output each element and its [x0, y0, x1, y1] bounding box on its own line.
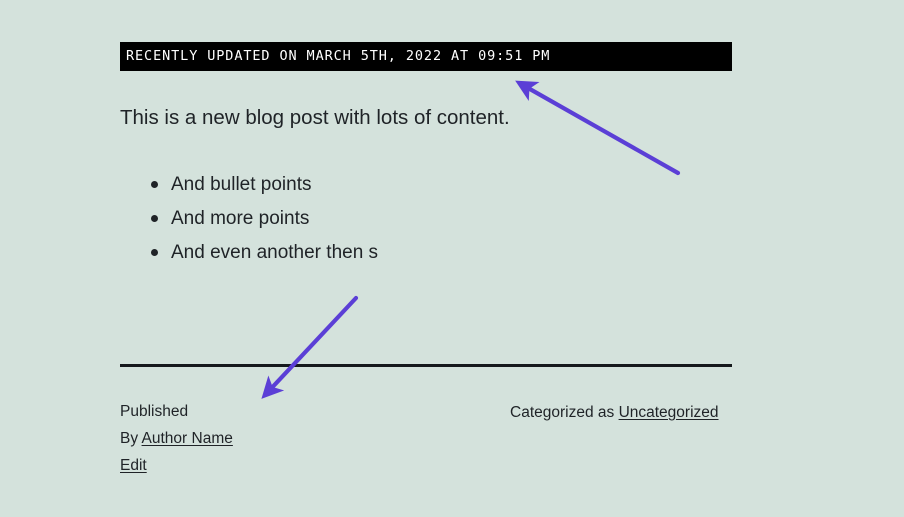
arrow-to-published-meta-icon — [261, 295, 359, 399]
list-item: And bullet points — [151, 168, 378, 202]
post-bullet-list: And bullet points And more points And ev… — [145, 168, 378, 270]
blog-post-preview: RECENTLY UPDATED ON MARCH 5TH, 2022 AT 0… — [0, 0, 904, 517]
list-item: And more points — [151, 202, 378, 236]
author-line: By Author Name — [120, 425, 233, 452]
post-meta-left: Published By Author Name Edit — [120, 398, 233, 479]
category-link[interactable]: Uncategorized — [619, 404, 719, 421]
categorized-prefix: Categorized as — [510, 404, 619, 421]
bullet-icon — [151, 181, 158, 188]
list-item-label: And more points — [171, 208, 310, 229]
by-prefix: By — [120, 430, 142, 447]
edit-line: Edit — [120, 452, 233, 479]
list-item-label: And bullet points — [171, 174, 312, 195]
recently-updated-banner: RECENTLY UPDATED ON MARCH 5TH, 2022 AT 0… — [120, 42, 732, 71]
published-status: Published — [120, 398, 233, 425]
list-item-label: And even another then s — [171, 242, 379, 263]
author-link[interactable]: Author Name — [142, 430, 233, 447]
bullet-icon — [151, 249, 158, 256]
footer-divider — [120, 364, 732, 367]
list-item: And even another then s — [151, 236, 379, 270]
arrow-to-updated-banner-icon — [515, 80, 681, 176]
published-label: Published — [120, 403, 189, 420]
edit-link[interactable]: Edit — [120, 457, 147, 474]
post-paragraph: This is a new blog post with lots of con… — [120, 106, 510, 129]
post-category-meta: Categorized as Uncategorized — [510, 399, 719, 426]
bullet-icon — [151, 215, 158, 222]
